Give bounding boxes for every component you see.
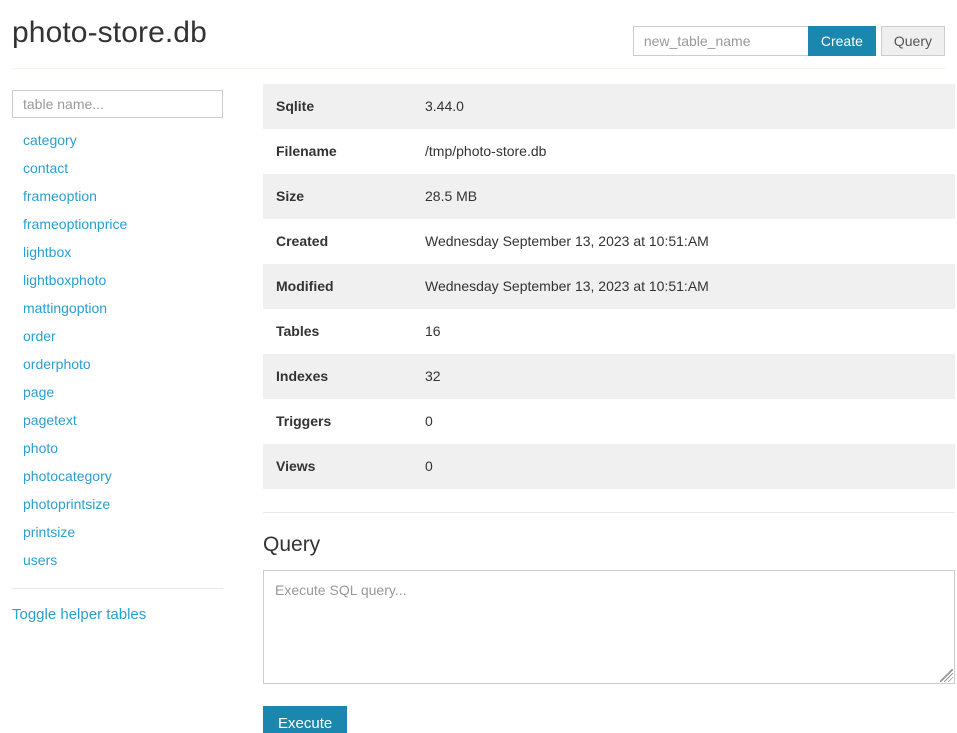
sidebar-item-orderphoto[interactable]: orderphoto [12, 350, 235, 378]
info-key: Tables [263, 309, 425, 354]
list-item: lightboxphoto [12, 266, 235, 294]
info-value: Wednesday September 13, 2023 at 10:51:AM [425, 264, 955, 309]
new-table-name-input[interactable] [633, 26, 808, 56]
list-item: users [12, 546, 235, 574]
table-row: Sqlite 3.44.0 [263, 84, 955, 129]
content-divider [263, 512, 955, 513]
sidebar-item-frameoption[interactable]: frameoption [12, 182, 235, 210]
table-row: Tables 16 [263, 309, 955, 354]
info-value: 28.5 MB [425, 174, 955, 219]
sidebar-item-lightboxphoto[interactable]: lightboxphoto [12, 266, 235, 294]
list-item: printsize [12, 518, 235, 546]
header-controls: Create Query [633, 26, 945, 56]
sidebar-item-photocategory[interactable]: photocategory [12, 462, 235, 490]
info-key: Size [263, 174, 425, 219]
info-key: Indexes [263, 354, 425, 399]
header-divider [12, 68, 945, 69]
sql-query-textarea[interactable] [263, 570, 955, 684]
query-input-wrapper [263, 570, 955, 684]
table-list: category contact frameoption frameoption… [12, 126, 235, 574]
page-title: photo-store.db [12, 14, 207, 52]
sidebar: category contact frameoption frameoption… [12, 69, 235, 623]
table-filter-input[interactable] [12, 90, 223, 118]
table-row: Modified Wednesday September 13, 2023 at… [263, 264, 955, 309]
sidebar-item-users[interactable]: users [12, 546, 235, 574]
list-item: mattingoption [12, 294, 235, 322]
query-button[interactable]: Query [881, 26, 945, 56]
list-item: category [12, 126, 235, 154]
info-value: Wednesday September 13, 2023 at 10:51:AM [425, 219, 955, 264]
list-item: photo [12, 434, 235, 462]
info-key: Views [263, 444, 425, 489]
info-key: Created [263, 219, 425, 264]
execute-query-button[interactable]: Execute [263, 706, 347, 733]
list-item: photocategory [12, 462, 235, 490]
create-table-button[interactable]: Create [808, 26, 876, 56]
list-item: orderphoto [12, 350, 235, 378]
table-row: Size 28.5 MB [263, 174, 955, 219]
toggle-helper-tables-link[interactable]: Toggle helper tables [12, 606, 146, 623]
list-item: contact [12, 154, 235, 182]
sidebar-item-photo[interactable]: photo [12, 434, 235, 462]
list-item: order [12, 322, 235, 350]
database-info-table: Sqlite 3.44.0 Filename /tmp/photo-store.… [263, 84, 955, 489]
sidebar-item-frameoptionprice[interactable]: frameoptionprice [12, 210, 235, 238]
info-key: Modified [263, 264, 425, 309]
list-item: frameoptionprice [12, 210, 235, 238]
page-header: photo-store.db Create Query [0, 0, 957, 69]
info-key: Sqlite [263, 84, 425, 129]
table-row: Views 0 [263, 444, 955, 489]
query-heading: Query [263, 532, 955, 558]
list-item: lightbox [12, 238, 235, 266]
info-value: 32 [425, 354, 955, 399]
info-value: 16 [425, 309, 955, 354]
content-area: Sqlite 3.44.0 Filename /tmp/photo-store.… [235, 69, 955, 733]
sidebar-item-photoprintsize[interactable]: photoprintsize [12, 490, 235, 518]
main-container: category contact frameoption frameoption… [0, 69, 957, 733]
table-row: Created Wednesday September 13, 2023 at … [263, 219, 955, 264]
info-value: 3.44.0 [425, 84, 955, 129]
sidebar-divider [12, 588, 223, 589]
sidebar-item-lightbox[interactable]: lightbox [12, 238, 235, 266]
sidebar-item-mattingoption[interactable]: mattingoption [12, 294, 235, 322]
table-row: Filename /tmp/photo-store.db [263, 129, 955, 174]
table-row: Triggers 0 [263, 399, 955, 444]
sidebar-item-order[interactable]: order [12, 322, 235, 350]
info-value: 0 [425, 399, 955, 444]
info-key: Filename [263, 129, 425, 174]
sidebar-item-category[interactable]: category [12, 126, 235, 154]
list-item: frameoption [12, 182, 235, 210]
info-value: /tmp/photo-store.db [425, 129, 955, 174]
table-row: Indexes 32 [263, 354, 955, 399]
list-item: photoprintsize [12, 490, 235, 518]
list-item: page [12, 378, 235, 406]
info-value: 0 [425, 444, 955, 489]
sidebar-item-printsize[interactable]: printsize [12, 518, 235, 546]
info-key: Triggers [263, 399, 425, 444]
sidebar-item-contact[interactable]: contact [12, 154, 235, 182]
sidebar-item-page[interactable]: page [12, 378, 235, 406]
list-item: pagetext [12, 406, 235, 434]
sidebar-item-pagetext[interactable]: pagetext [12, 406, 235, 434]
